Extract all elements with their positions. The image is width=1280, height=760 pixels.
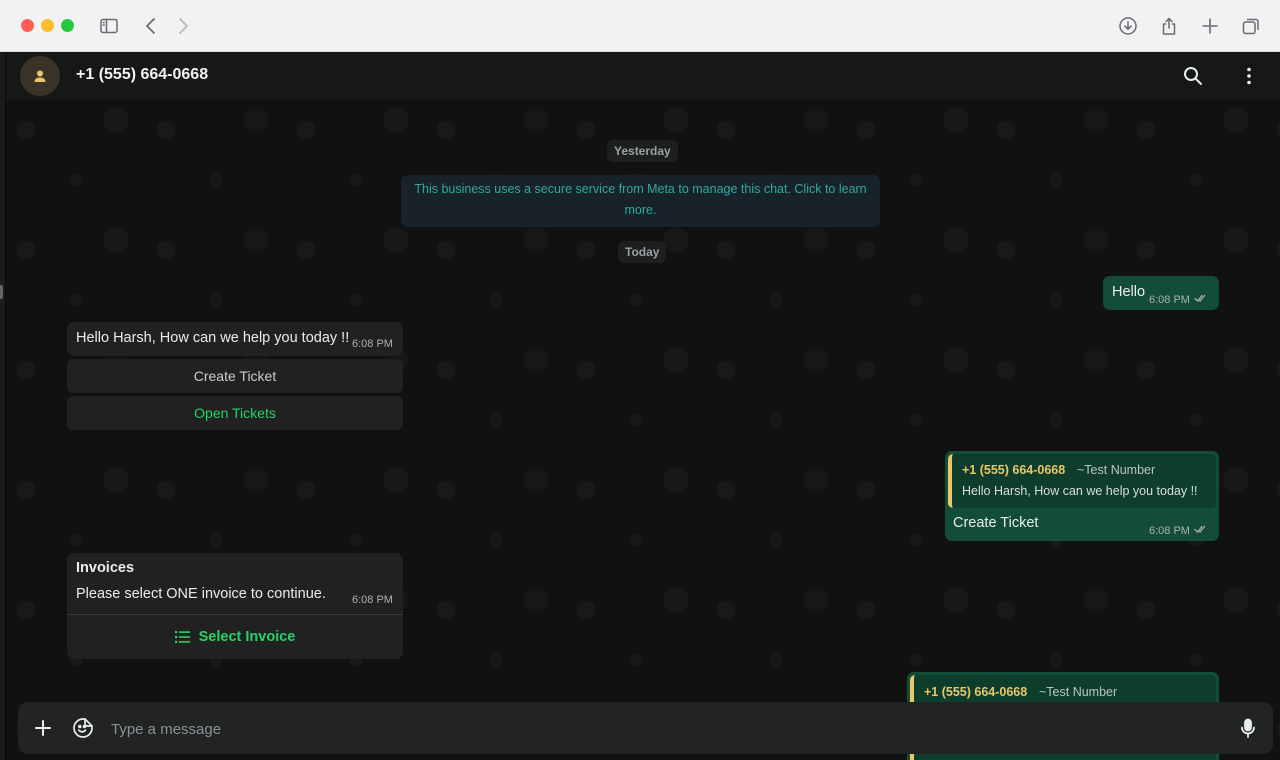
message-incoming-greeting[interactable]: Hello Harsh, How can we help you today !… xyxy=(67,322,403,356)
minimize-window-button[interactable] xyxy=(41,19,54,32)
browser-window: +1 (555) 664-0668 Yesterday This busines… xyxy=(0,0,1280,760)
quote-author-label: ~Test Number xyxy=(1039,685,1118,699)
time-label: 6:08 PM xyxy=(1149,524,1190,537)
quote-author-label: ~Test Number xyxy=(1077,463,1156,477)
message-time: 6:08 PM xyxy=(1149,293,1208,306)
message-text: Please select ONE invoice to continue. xyxy=(76,586,326,602)
new-tab-icon[interactable] xyxy=(1198,14,1222,38)
message-incoming-invoices[interactable]: Invoices Please select ONE invoice to co… xyxy=(67,553,403,659)
message-time: 6:08 PM xyxy=(352,594,393,606)
date-divider-yesterday: Yesterday xyxy=(607,140,678,162)
avatar[interactable] xyxy=(20,56,60,96)
sticker-emoji-icon[interactable] xyxy=(71,716,95,740)
microphone-icon[interactable] xyxy=(1236,716,1260,740)
quote-author: +1 (555) 664-0668 xyxy=(924,685,1028,699)
message-time: 6:08 PM xyxy=(1149,524,1208,537)
double-check-icon xyxy=(1194,293,1208,306)
zoom-window-button[interactable] xyxy=(61,19,74,32)
tab-overview-icon[interactable] xyxy=(1239,14,1263,38)
browser-toolbar xyxy=(0,0,1280,52)
forward-icon[interactable] xyxy=(171,14,195,38)
close-window-button[interactable] xyxy=(21,19,34,32)
message-outgoing-create-ticket[interactable]: +1 (555) 664-0668 ~Test Number Hello Har… xyxy=(945,451,1219,541)
person-icon xyxy=(34,70,46,82)
quick-reply-create-ticket[interactable]: Create Ticket xyxy=(67,359,403,393)
quote-text: Hello Harsh, How can we help you today !… xyxy=(962,484,1198,498)
contact-name[interactable]: +1 (555) 664-0668 xyxy=(76,66,208,84)
quote-author: +1 (555) 664-0668 xyxy=(962,463,1066,477)
quick-reply-open-tickets[interactable]: Open Tickets xyxy=(67,396,403,430)
message-input[interactable] xyxy=(109,716,1213,742)
select-invoice-label: Select Invoice xyxy=(198,629,296,645)
system-message-meta[interactable]: This business uses a secure service from… xyxy=(401,175,880,227)
message-text: Create Ticket xyxy=(953,515,1039,531)
chat-header: +1 (555) 664-0668 xyxy=(6,52,1280,100)
list-icon xyxy=(174,630,191,644)
select-invoice-button[interactable]: Select Invoice xyxy=(67,615,403,659)
chat-area[interactable]: Yesterday This business uses a secure se… xyxy=(6,100,1280,760)
more-options-icon[interactable] xyxy=(1237,64,1261,88)
whatsapp-app: +1 (555) 664-0668 Yesterday This busines… xyxy=(0,52,1280,760)
message-time: 6:08 PM xyxy=(352,338,393,350)
message-composer xyxy=(18,702,1273,754)
quoted-message[interactable]: +1 (555) 664-0668 ~Test Number Hello Har… xyxy=(948,454,1216,508)
message-outgoing-hello[interactable]: Hello 6:08 PM xyxy=(1103,276,1219,310)
message-title: Invoices xyxy=(76,560,135,576)
message-text: Hello Harsh, How can we help you today !… xyxy=(76,330,350,346)
sidebar-toggle-icon[interactable] xyxy=(97,14,121,38)
date-divider-today: Today xyxy=(618,241,667,263)
search-icon[interactable] xyxy=(1181,64,1205,88)
download-icon[interactable] xyxy=(1116,14,1140,38)
attach-plus-icon[interactable] xyxy=(31,716,55,740)
time-label: 6:08 PM xyxy=(1149,293,1190,306)
back-icon[interactable] xyxy=(139,14,163,38)
share-icon[interactable] xyxy=(1157,14,1181,38)
message-text: Hello xyxy=(1112,284,1146,300)
panel-resize-handle[interactable] xyxy=(0,285,3,299)
double-check-icon xyxy=(1194,524,1208,537)
left-panel-edge xyxy=(0,52,5,760)
